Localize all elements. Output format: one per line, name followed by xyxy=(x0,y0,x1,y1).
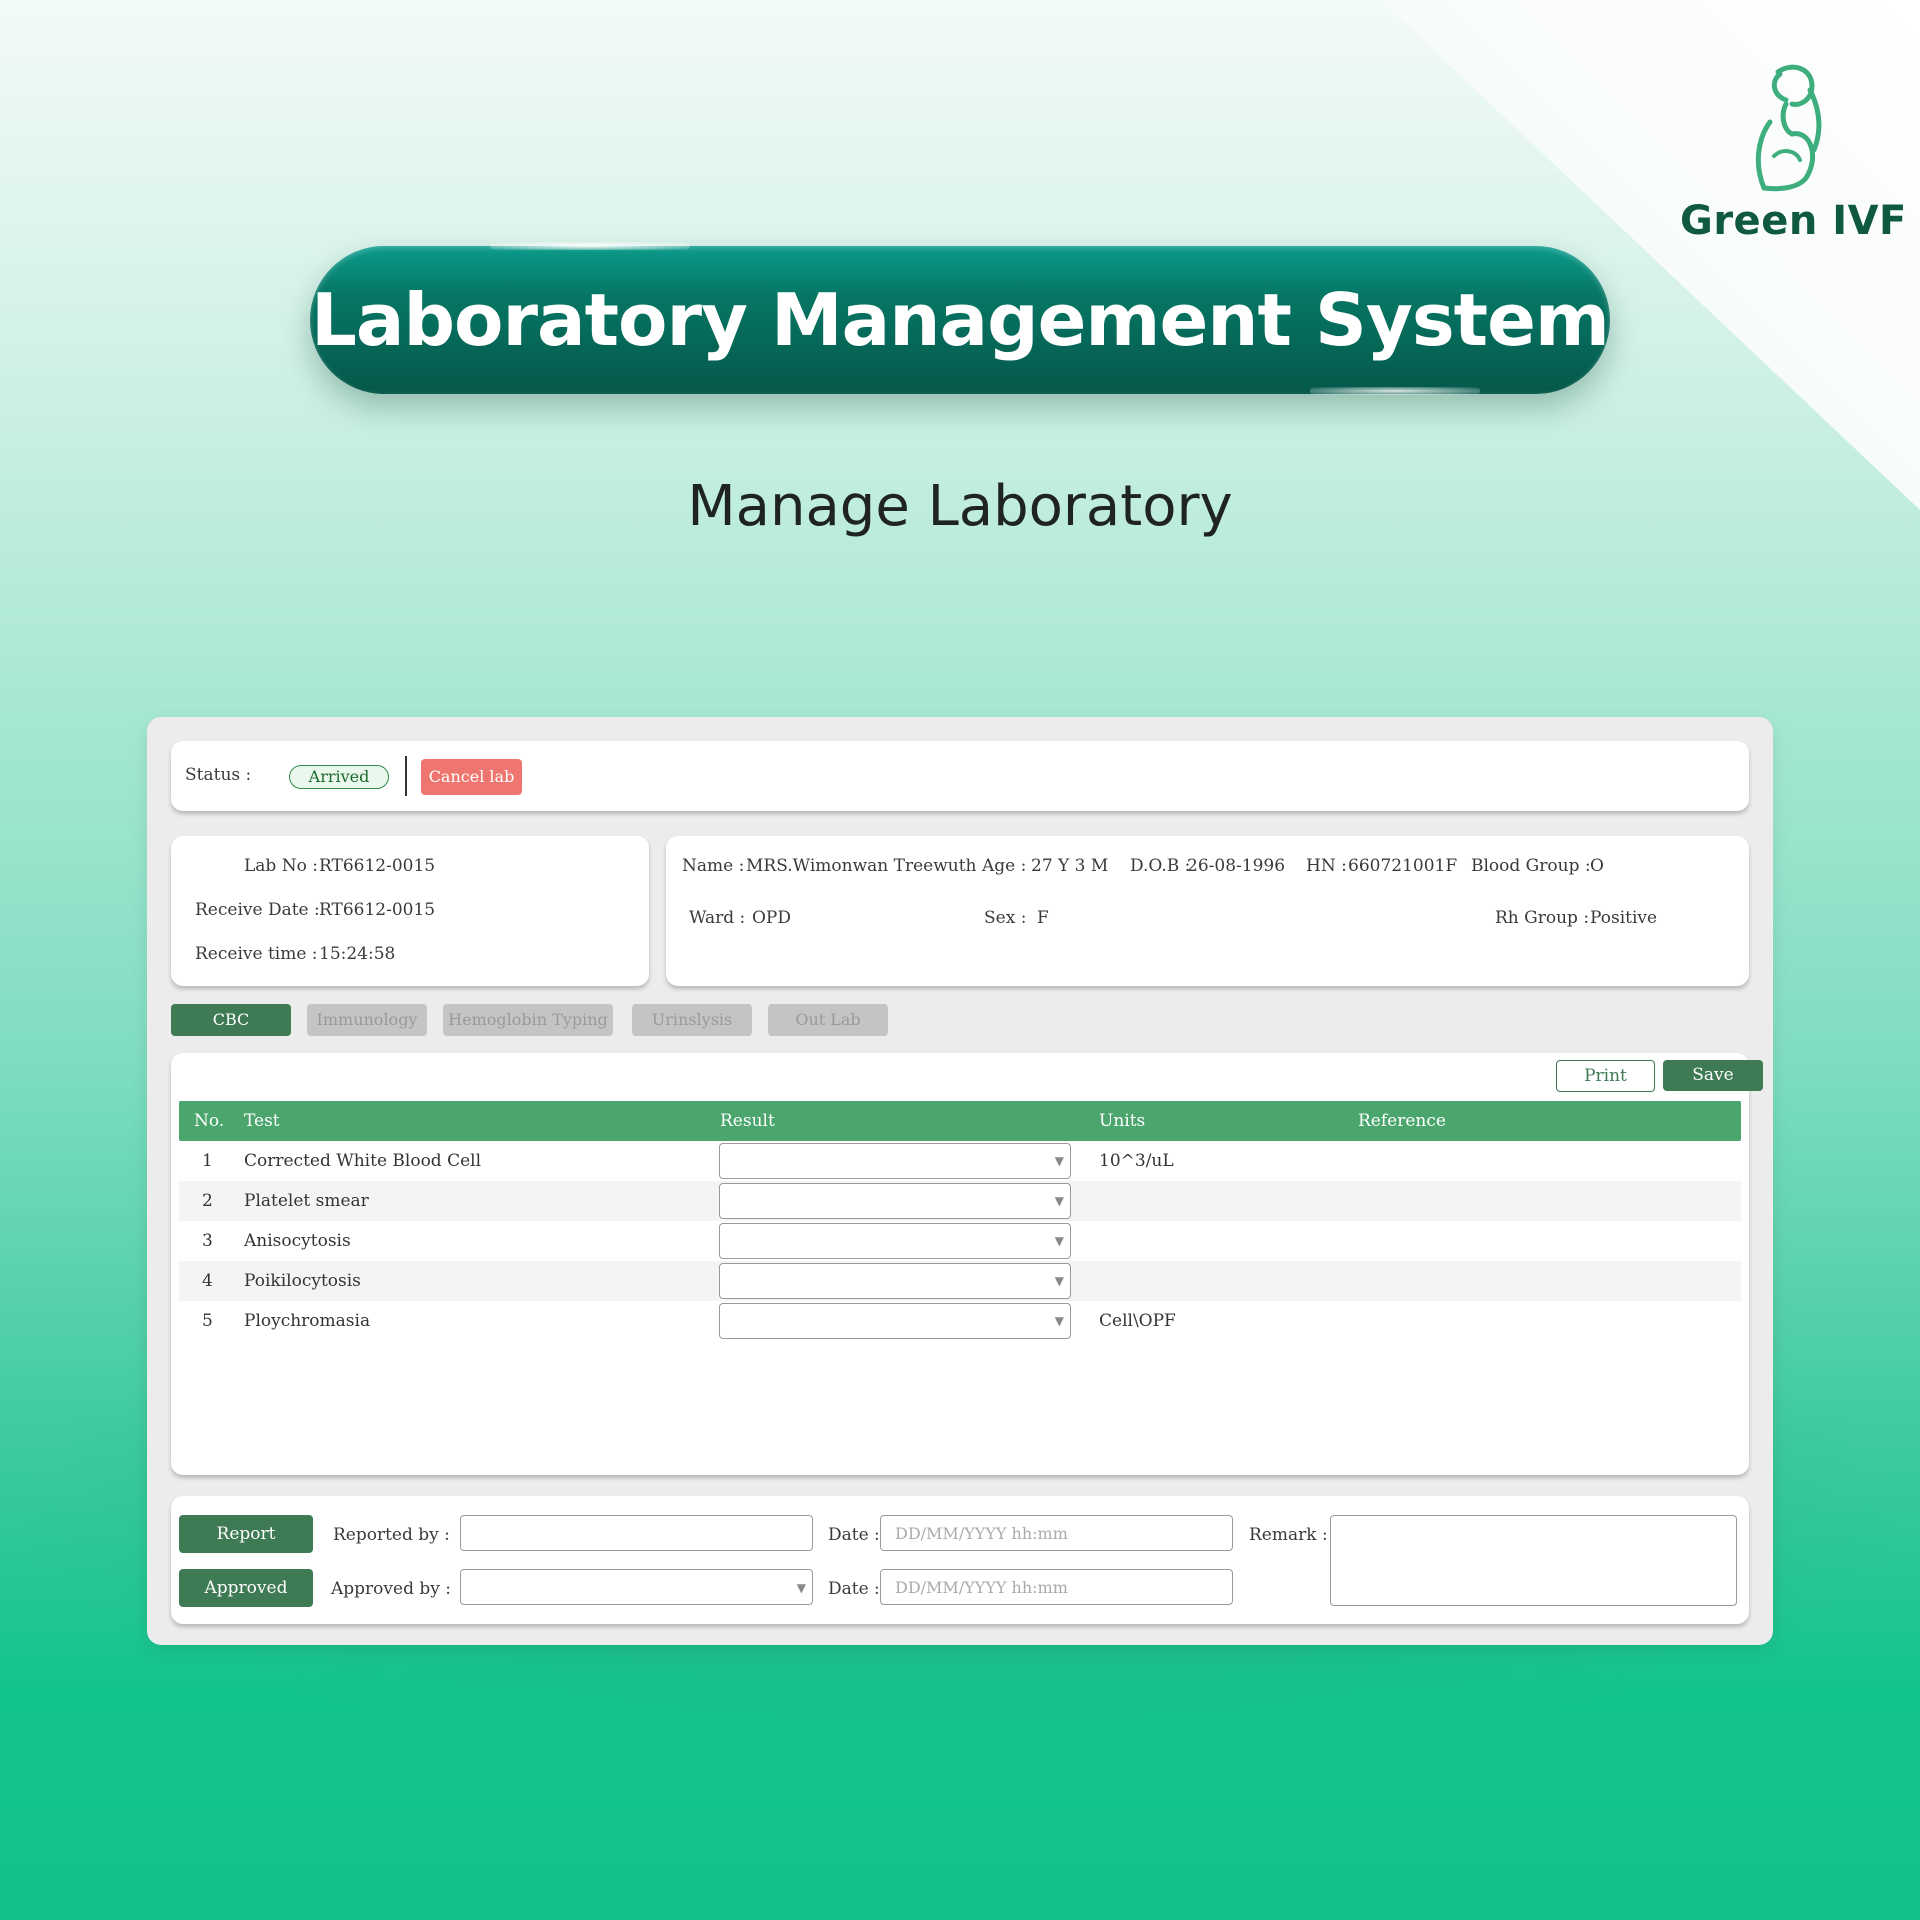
patient-name-label: Name : xyxy=(682,856,745,876)
save-button[interactable]: Save xyxy=(1663,1060,1763,1091)
chevron-down-icon: ▼ xyxy=(1054,1314,1064,1328)
approved-by-select[interactable]: ▼ xyxy=(460,1569,813,1605)
lab-info-card: Lab No : RT6612-0015 Receive Date : RT66… xyxy=(171,836,649,986)
table-row: 2 Platelet smear ▼ xyxy=(179,1181,1741,1221)
test-name: Poikilocytosis xyxy=(244,1271,361,1291)
dob-value: 26-08-1996 xyxy=(1187,856,1286,876)
receive-time-label: Receive time : xyxy=(195,944,318,964)
column-header-reference: Reference xyxy=(1358,1111,1446,1131)
receive-time-value: 15:24:58 xyxy=(319,944,396,964)
age-label: Age : xyxy=(982,856,1027,876)
row-number: 2 xyxy=(202,1191,213,1211)
ward-value: OPD xyxy=(752,908,792,928)
result-select[interactable]: ▼ xyxy=(719,1183,1071,1219)
report-date-input[interactable]: DD/MM/YYYY hh:mm xyxy=(880,1515,1233,1551)
title-banner: Laboratory Management System xyxy=(310,242,1610,395)
hn-label: HN : xyxy=(1306,856,1347,876)
report-button[interactable]: Report xyxy=(179,1515,313,1553)
units-value: Cell\OPF xyxy=(1099,1311,1176,1331)
banner-shine xyxy=(490,242,690,250)
status-label: Status : xyxy=(185,765,252,785)
age-value: 27 Y 3 M xyxy=(1031,856,1109,876)
status-badge: Arrived xyxy=(289,765,389,789)
row-number: 4 xyxy=(202,1271,213,1291)
ward-label: Ward : xyxy=(689,908,746,928)
approved-by-label: Approved by : xyxy=(331,1579,451,1599)
result-select[interactable]: ▼ xyxy=(719,1303,1071,1339)
approved-date-label: Date : xyxy=(828,1579,880,1599)
remark-label: Remark : xyxy=(1249,1525,1328,1545)
row-number: 3 xyxy=(202,1231,213,1251)
receive-date-label: Receive Date : xyxy=(195,900,320,920)
column-header-units: Units xyxy=(1099,1111,1146,1131)
print-button[interactable]: Print xyxy=(1556,1060,1655,1092)
table-row: 1 Corrected White Blood Cell ▼ 10^3/uL xyxy=(179,1141,1741,1181)
tab-cbc[interactable]: CBC xyxy=(171,1004,291,1036)
test-name: Corrected White Blood Cell xyxy=(244,1151,482,1171)
tab-immunology[interactable]: Immunology xyxy=(307,1004,427,1036)
cancel-lab-button[interactable]: Cancel lab xyxy=(421,759,522,795)
row-number: 5 xyxy=(202,1311,213,1331)
dob-label: D.O.B : xyxy=(1130,856,1191,876)
report-card: Report Reported by : Date : DD/MM/YYYY h… xyxy=(171,1496,1749,1624)
reported-by-label: Reported by : xyxy=(333,1525,450,1545)
table-row: 4 Poikilocytosis ▼ xyxy=(179,1261,1741,1301)
column-header-test: Test xyxy=(244,1111,280,1131)
row-number: 1 xyxy=(202,1151,213,1171)
chevron-down-icon: ▼ xyxy=(1054,1274,1064,1288)
table-header: No. Test Result Units Reference xyxy=(179,1101,1741,1141)
lab-no-value: RT6612-0015 xyxy=(319,856,436,876)
test-name: Ploychromasia xyxy=(244,1311,371,1331)
tab-urinslysis[interactable]: Urinslysis xyxy=(632,1004,752,1036)
brand-logo: Green IVF xyxy=(1680,60,1907,244)
result-select[interactable]: ▼ xyxy=(719,1263,1071,1299)
pregnant-woman-icon xyxy=(1755,64,1822,192)
sex-label: Sex : xyxy=(984,908,1027,928)
test-name: Anisocytosis xyxy=(244,1231,351,1251)
approved-date-input[interactable]: DD/MM/YYYY hh:mm xyxy=(880,1569,1233,1605)
sex-value: F xyxy=(1037,908,1049,928)
receive-date-value: RT6612-0015 xyxy=(319,900,436,920)
lab-management-panel: Status : Arrived Cancel lab Lab No : RT6… xyxy=(147,717,1773,1645)
lab-no-label: Lab No : xyxy=(244,856,318,876)
column-header-no: No. xyxy=(194,1111,225,1131)
column-header-result: Result xyxy=(720,1111,775,1131)
patient-info-card: Name : MRS.Wimonwan Treewuth Age : 27 Y … xyxy=(666,836,1749,986)
blood-group-value: O xyxy=(1590,856,1604,876)
reported-by-input[interactable] xyxy=(460,1515,813,1551)
banner-shine xyxy=(1310,387,1480,395)
report-date-label: Date : xyxy=(828,1525,880,1545)
test-name: Platelet smear xyxy=(244,1191,369,1211)
test-results-card: Print Save No. Test Result Units Referen… xyxy=(171,1053,1763,1475)
table-row: 3 Anisocytosis ▼ xyxy=(179,1221,1741,1261)
result-select[interactable]: ▼ xyxy=(719,1223,1071,1259)
result-select[interactable]: ▼ xyxy=(719,1143,1071,1179)
page-title: Laboratory Management System xyxy=(311,278,1610,362)
tab-out-lab[interactable]: Out Lab xyxy=(768,1004,888,1036)
chevron-down-icon: ▼ xyxy=(1054,1234,1064,1248)
tab-hemoglobin-typing[interactable]: Hemoglobin Typing xyxy=(443,1004,613,1036)
chevron-down-icon: ▼ xyxy=(1054,1194,1064,1208)
brand-name: Green IVF xyxy=(1680,198,1907,244)
page-subtitle: Manage Laboratory xyxy=(687,474,1233,539)
blood-group-label: Blood Group : xyxy=(1471,856,1591,876)
chevron-down-icon: ▼ xyxy=(796,1581,806,1595)
status-card: Status : Arrived Cancel lab xyxy=(171,741,1749,811)
approved-button[interactable]: Approved xyxy=(179,1569,313,1607)
table-row: 5 Ploychromasia ▼ Cell\OPF xyxy=(179,1301,1741,1341)
rh-group-value: Positive xyxy=(1590,908,1658,928)
remark-textarea[interactable] xyxy=(1330,1515,1737,1606)
patient-name-value: MRS.Wimonwan Treewuth xyxy=(746,856,977,876)
units-value: 10^3/uL xyxy=(1099,1151,1174,1171)
hn-value: 660721001F xyxy=(1348,856,1458,876)
chevron-down-icon: ▼ xyxy=(1054,1154,1064,1168)
divider xyxy=(405,756,407,796)
rh-group-label: Rh Group : xyxy=(1495,908,1590,928)
